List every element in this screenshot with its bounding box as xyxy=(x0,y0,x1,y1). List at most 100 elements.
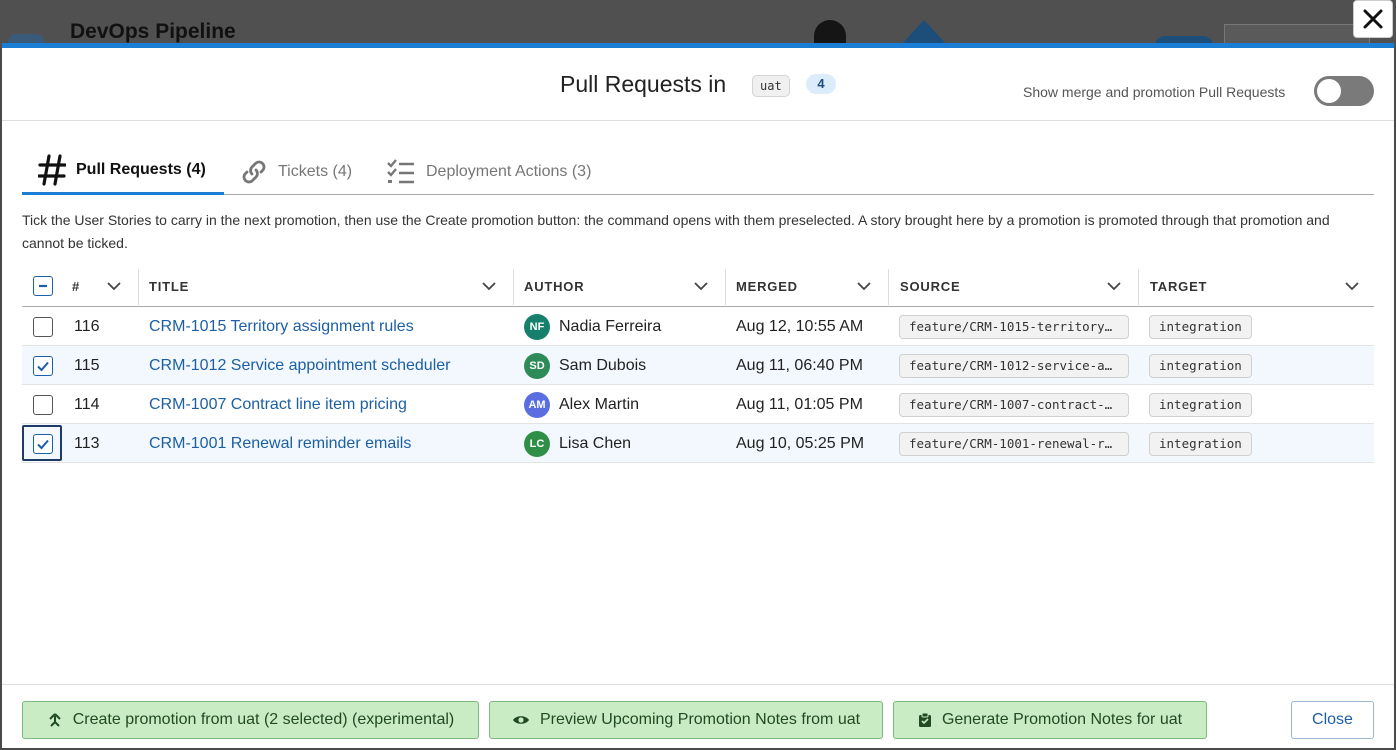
modal-close-icon-button[interactable] xyxy=(1353,0,1393,38)
row-target: integration xyxy=(1149,424,1252,463)
author-name: Sam Dubois xyxy=(559,356,647,374)
row-title-link[interactable]: CRM-1001 Renewal reminder emails xyxy=(149,424,411,463)
row-target: integration xyxy=(1149,307,1252,346)
column-separator xyxy=(513,269,514,305)
table-row[interactable]: 114 CRM-1007 Contract line item pricing … xyxy=(22,385,1374,424)
row-title-link[interactable]: CRM-1007 Contract line item pricing xyxy=(149,385,407,424)
column-number: # xyxy=(72,278,81,294)
column-separator xyxy=(1138,269,1139,305)
row-number: 115 xyxy=(74,356,100,374)
merge-toggle-label: Show merge and promotion Pull Requests xyxy=(1023,84,1286,100)
row-title-link[interactable]: CRM-1015 Territory assignment rules xyxy=(149,307,414,346)
source-branch-chip: feature/CRM-1015-territory-assignment-ru… xyxy=(899,314,1129,339)
table-row[interactable]: 115 CRM-1012 Service appointment schedul… xyxy=(22,346,1374,385)
row-number: 116 xyxy=(74,317,100,335)
clipboard-icon xyxy=(918,712,931,727)
modal-header: Pull Requests in uat 4 Show merge and pr… xyxy=(2,48,1394,121)
row-merged: Aug 11, 06:40 PM xyxy=(736,356,863,374)
link-icon xyxy=(242,160,266,183)
generate-notes-label: Generate Promotion Notes for uat xyxy=(941,711,1183,728)
count-badge: 4 xyxy=(806,74,836,94)
row-author: SD Sam Dubois xyxy=(524,346,646,385)
modal-title: Pull Requests in xyxy=(560,71,727,97)
toggle-knob xyxy=(1317,79,1341,103)
background-app-title: DevOps Pipeline xyxy=(70,20,236,43)
hash-icon xyxy=(38,154,66,186)
row-source: feature/CRM-1012-service-appointment-sch… xyxy=(899,346,1129,385)
author-name: Nadia Ferreira xyxy=(559,317,662,335)
source-branch-chip: feature/CRM-1007-contract-line-item-pric… xyxy=(899,392,1129,417)
avatar: NF xyxy=(524,313,550,340)
source-branch-chip: feature/CRM-1012-service-appointment-sch… xyxy=(899,353,1129,378)
tab-deployment-actions[interactable]: Deployment Actions (3) xyxy=(386,148,591,195)
row-source: feature/CRM-1015-territory-assignment-ru… xyxy=(899,307,1129,346)
tab-pull-requests-label: Pull Requests (4) xyxy=(76,161,206,178)
column-separator xyxy=(138,269,139,305)
tab-bar: Pull Requests (4) Tickets (4) Deployment… xyxy=(22,148,1374,195)
checklist-icon xyxy=(387,158,414,183)
author-name: Lisa Chen xyxy=(559,434,632,452)
checkmark-icon xyxy=(37,439,49,450)
row-source: feature/CRM-1001-renewal-reminder-emails xyxy=(899,424,1129,463)
table-row[interactable]: 113 CRM-1001 Renewal reminder emails LC … xyxy=(22,424,1374,463)
column-source: SOURCE xyxy=(900,278,961,294)
row-checkbox[interactable] xyxy=(33,434,53,454)
avatar: SD xyxy=(524,352,550,379)
tab-tickets[interactable]: Tickets (4) xyxy=(240,148,352,195)
row-checkbox[interactable] xyxy=(33,395,53,415)
row-merged: Aug 10, 05:25 PM xyxy=(736,434,865,452)
tab-tickets-label: Tickets (4) xyxy=(278,162,353,180)
row-checkbox[interactable] xyxy=(33,317,53,337)
chevron-down-icon[interactable] xyxy=(856,278,872,294)
chevron-down-icon[interactable] xyxy=(106,278,122,294)
column-author: AUTHOR xyxy=(524,278,585,294)
column-separator xyxy=(888,269,889,305)
eye-icon xyxy=(512,716,529,724)
environment-chip: uat xyxy=(752,75,790,97)
row-number: 113 xyxy=(74,434,100,452)
checkmark-icon xyxy=(37,361,49,372)
table-row[interactable]: 116 CRM-1015 Territory assignment rules … xyxy=(22,307,1374,346)
column-title: TITLE xyxy=(149,278,190,294)
preview-notes-label: Preview Upcoming Promotion Notes from ua… xyxy=(539,711,861,728)
chevron-down-icon[interactable] xyxy=(481,278,497,294)
chevron-down-icon[interactable] xyxy=(693,278,709,294)
target-branch-chip: integration xyxy=(1149,431,1252,456)
row-target: integration xyxy=(1149,385,1252,424)
row-merged: Aug 11, 01:05 PM xyxy=(736,395,863,413)
column-target: TARGET xyxy=(1150,278,1208,294)
row-title-link[interactable]: CRM-1012 Service appointment scheduler xyxy=(149,346,450,385)
row-target: integration xyxy=(1149,346,1252,385)
create-promotion-button[interactable]: Create promotion from uat (2 selected) (… xyxy=(22,701,479,739)
close-button[interactable]: Close xyxy=(1291,701,1374,739)
info-text: Tick the User Stories to carry in the ne… xyxy=(22,212,1330,251)
close-icon xyxy=(1363,9,1383,29)
row-source: feature/CRM-1007-contract-line-item-pric… xyxy=(899,385,1129,424)
chevron-down-icon[interactable] xyxy=(1106,278,1122,294)
avatar: LC xyxy=(524,430,550,457)
tab-pull-requests[interactable]: Pull Requests (4) xyxy=(22,148,224,195)
author-name: Alex Martin xyxy=(559,395,640,413)
source-branch-chip: feature/CRM-1001-renewal-reminder-emails xyxy=(899,431,1129,456)
background-header: DevOps Pipeline xyxy=(0,0,1396,48)
chevron-down-icon[interactable] xyxy=(1344,278,1360,294)
row-number: 114 xyxy=(74,395,100,413)
row-author: AM Alex Martin xyxy=(524,385,639,424)
select-all-checkbox[interactable] xyxy=(33,276,53,296)
generate-notes-button[interactable]: Generate Promotion Notes for uat xyxy=(893,701,1207,739)
row-author: LC Lisa Chen xyxy=(524,424,631,463)
column-merged: MERGED xyxy=(736,278,798,294)
pull-requests-modal: Pull Requests in uat 4 Show merge and pr… xyxy=(2,43,1394,748)
tab-deployment-actions-label: Deployment Actions (3) xyxy=(426,162,592,180)
create-promotion-label: Create promotion from uat (2 selected) (… xyxy=(72,711,455,728)
target-branch-chip: integration xyxy=(1149,314,1252,339)
row-checkbox[interactable] xyxy=(33,356,53,376)
column-separator xyxy=(725,269,726,305)
modal-footer: Create promotion from uat (2 selected) (… xyxy=(2,684,1394,750)
row-merged: Aug 12, 10:55 AM xyxy=(736,317,864,335)
promote-icon xyxy=(49,713,61,727)
merge-toggle[interactable] xyxy=(1314,76,1374,106)
table-header: # TITLE AUTHOR MERGED SOURCE TARGET xyxy=(22,265,1374,307)
indeterminate-icon xyxy=(39,284,47,288)
preview-notes-button[interactable]: Preview Upcoming Promotion Notes from ua… xyxy=(489,701,883,739)
